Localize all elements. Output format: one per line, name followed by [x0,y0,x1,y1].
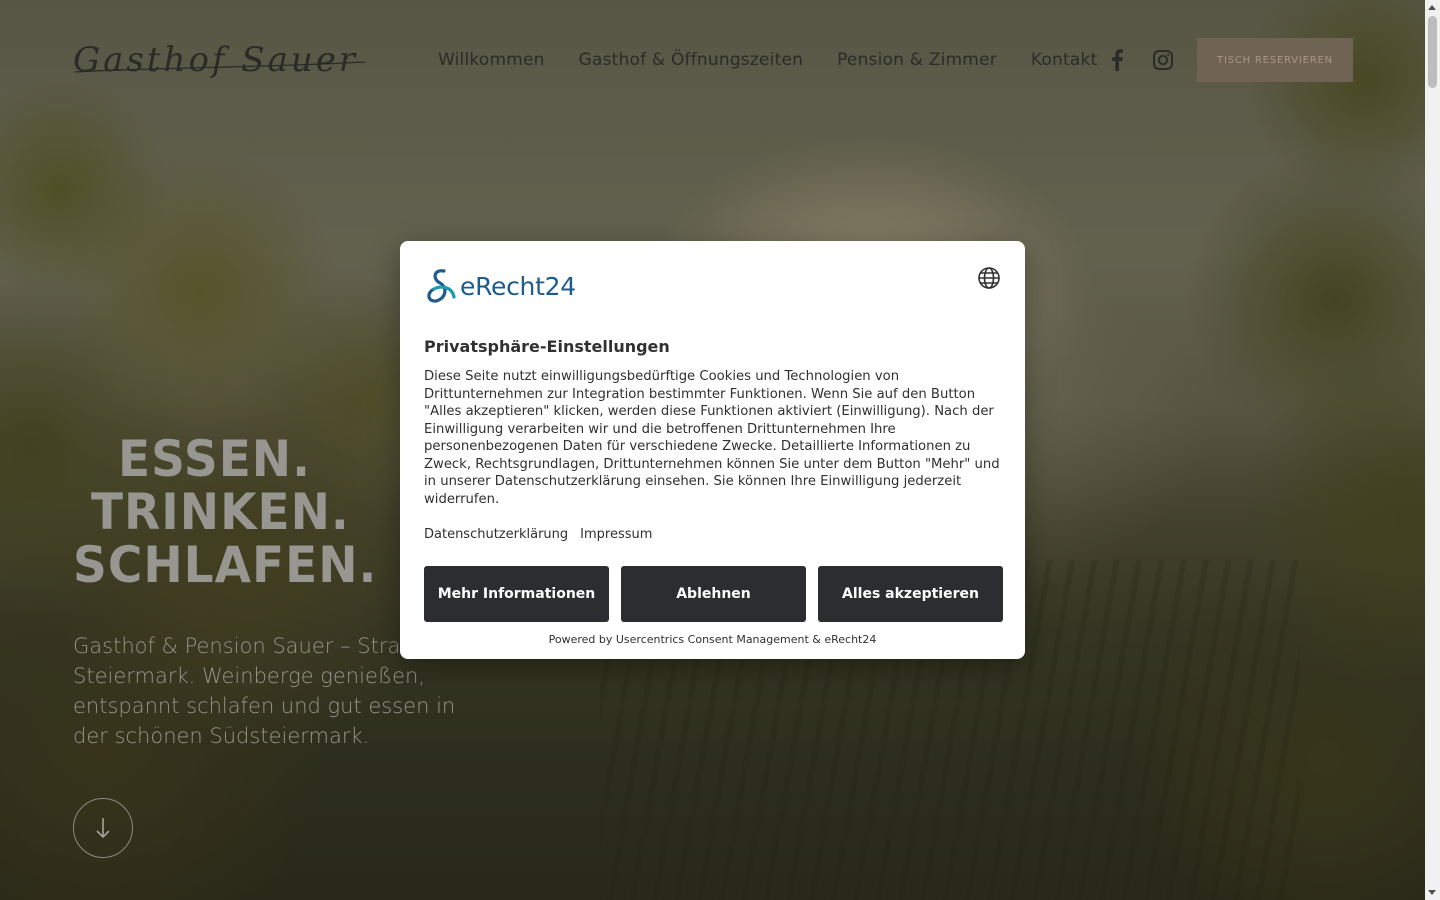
logo-flourish-icon [74,61,366,73]
nav-kontakt[interactable]: Kontakt [1031,48,1097,72]
brand-text: eRecht24 [460,271,576,301]
imprint-link[interactable]: Impressum [580,527,652,542]
accept-all-button[interactable]: Alles akzeptieren [818,566,1003,622]
consent-buttons: Mehr Informationen Ablehnen Alles akzept… [424,566,1003,622]
consent-links: Datenschutzerklärung Impressum [424,527,652,542]
erecht24-mark-icon [427,269,456,303]
scroll-up-arrow-icon[interactable] [1428,5,1436,10]
privacy-policy-link[interactable]: Datenschutzerklärung [424,527,568,542]
hero-headline: ESSEN. TRINKEN. SCHLAFEN. [73,430,393,595]
headline-line: TRINKEN. [91,483,350,542]
scroll-down-arrow-icon[interactable] [1428,890,1436,895]
consent-dialog: eRecht24 Privatsphäre-Einstellungen Dies… [400,241,1025,659]
site-logo[interactable]: Gasthof Sauer [73,38,368,82]
consent-description: Diese Seite nutzt einwilligungsbedürftig… [424,369,1000,507]
erecht24-logo: eRecht24 [424,266,594,306]
scrollbar-thumb[interactable] [1428,16,1437,88]
nav-pension[interactable]: Pension & Zimmer [837,48,997,72]
social-links [1105,48,1175,72]
powered-by-text: Powered by Usercentrics Consent Manageme… [548,633,877,646]
scroll-down-button[interactable] [73,798,133,858]
reserve-table-button[interactable]: TISCH RESERVIEREN [1197,38,1353,82]
globe-icon[interactable] [977,266,1001,290]
nav-gasthof[interactable]: Gasthof & Öffnungszeiten [579,48,803,72]
headline-line: SCHLAFEN. [73,536,378,595]
page-scrollbar[interactable] [1425,0,1440,900]
nav-willkommen[interactable]: Willkommen [438,48,545,72]
headline-line: ESSEN. [118,430,311,489]
deny-button[interactable]: Ablehnen [621,566,806,622]
consent-title: Privatsphäre-Einstellungen [424,337,670,356]
arrow-down-icon [96,818,110,839]
facebook-icon[interactable] [1105,48,1129,72]
instagram-icon[interactable] [1151,48,1175,72]
more-information-button[interactable]: Mehr Informationen [424,566,609,622]
main-nav: Willkommen Gasthof & Öffnungszeiten Pens… [438,48,1131,72]
